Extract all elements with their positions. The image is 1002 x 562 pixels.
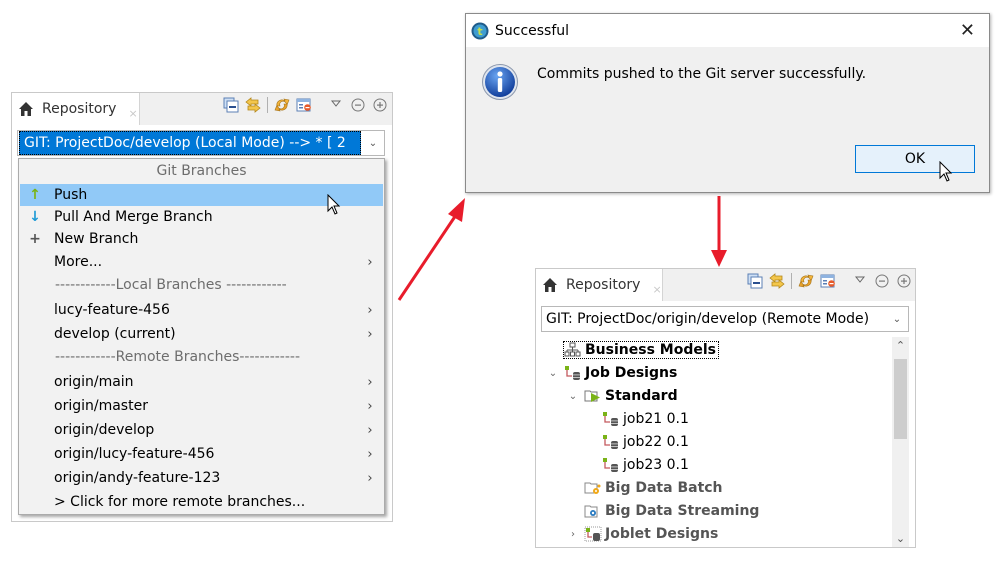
close-icon[interactable]: ✕ (960, 20, 975, 41)
tree-item-big-data-batch[interactable]: Big Data Batch (584, 477, 723, 499)
view-menu-icon[interactable] (852, 273, 868, 289)
arrow-to-dialog-head (448, 198, 465, 222)
right-repository-panel: Repository × GIT: ProjectDoc/origin/deve… (535, 268, 916, 548)
job-icon (603, 435, 618, 449)
success-dialog: t Successful ✕ Commits pushed to the Git… (465, 13, 990, 193)
tree-item-joblet-designs[interactable]: › Joblet Designs (566, 523, 718, 545)
tree-item-job[interactable]: job22 0.1 (602, 431, 689, 453)
svg-text:t: t (477, 25, 482, 38)
refresh-icon[interactable] (798, 273, 814, 289)
tree-vertical-scrollbar[interactable]: ⌃ ⌄ (892, 337, 909, 547)
dialog-message: Commits pushed to the Git server success… (537, 66, 867, 82)
expand-icon[interactable]: ⌄ (566, 391, 580, 402)
tree-item-job[interactable]: job23 0.1 (602, 454, 689, 476)
standard-folder-icon (584, 390, 600, 402)
panel-toolbar (747, 273, 912, 289)
home-icon (543, 278, 557, 292)
job-icon (603, 412, 618, 426)
maximize-icon[interactable] (896, 273, 912, 289)
tree-item-job[interactable]: job21 0.1 (602, 408, 689, 430)
minimize-icon[interactable] (874, 273, 890, 289)
toolbar-separator (791, 273, 792, 289)
repository-branch-combo[interactable]: GIT: ProjectDoc/origin/develop (Remote M… (541, 306, 909, 332)
combo-value: GIT: ProjectDoc/origin/develop (Remote M… (546, 311, 870, 327)
tab-close-icon[interactable]: × (652, 283, 661, 296)
tree-item-big-data-streaming[interactable]: Big Data Streaming (584, 500, 759, 522)
dialog-titlebar: t Successful ✕ (466, 14, 989, 47)
ok-button[interactable]: OK (855, 145, 975, 173)
expand-icon[interactable]: › (566, 529, 580, 540)
scroll-down-icon[interactable]: ⌄ (892, 532, 909, 545)
mouse-cursor-icon (939, 161, 953, 182)
job-icon (603, 458, 618, 472)
chevron-down-icon[interactable]: ⌄ (886, 314, 908, 325)
job-designs-icon (565, 366, 580, 380)
dialog-title: Successful (495, 22, 570, 39)
big-data-streaming-icon (584, 505, 598, 518)
arrow-to-panel-head (711, 250, 727, 267)
collapse-all-icon[interactable] (747, 273, 763, 289)
repository-tab[interactable]: Repository × (536, 269, 663, 301)
info-icon (482, 64, 518, 100)
joblet-designs-icon (584, 526, 602, 542)
tree-item-job-designs[interactable]: ⌄ Job Designs (546, 362, 678, 384)
tree-item-business-models[interactable]: Business Models (546, 339, 719, 361)
scroll-up-icon[interactable]: ⌃ (892, 339, 909, 352)
link-with-editor-icon[interactable] (769, 273, 785, 289)
filter-icon[interactable] (820, 273, 836, 289)
arrow-to-dialog (397, 211, 460, 301)
scrollbar-thumb[interactable] (894, 359, 907, 439)
tab-label: Repository (566, 277, 641, 293)
business-models-icon (564, 342, 581, 357)
talend-app-icon: t (471, 22, 489, 39)
big-data-batch-icon (584, 482, 601, 494)
expand-icon[interactable]: ⌄ (546, 368, 560, 379)
tree-item-standard[interactable]: ⌄ Standard (566, 385, 678, 407)
